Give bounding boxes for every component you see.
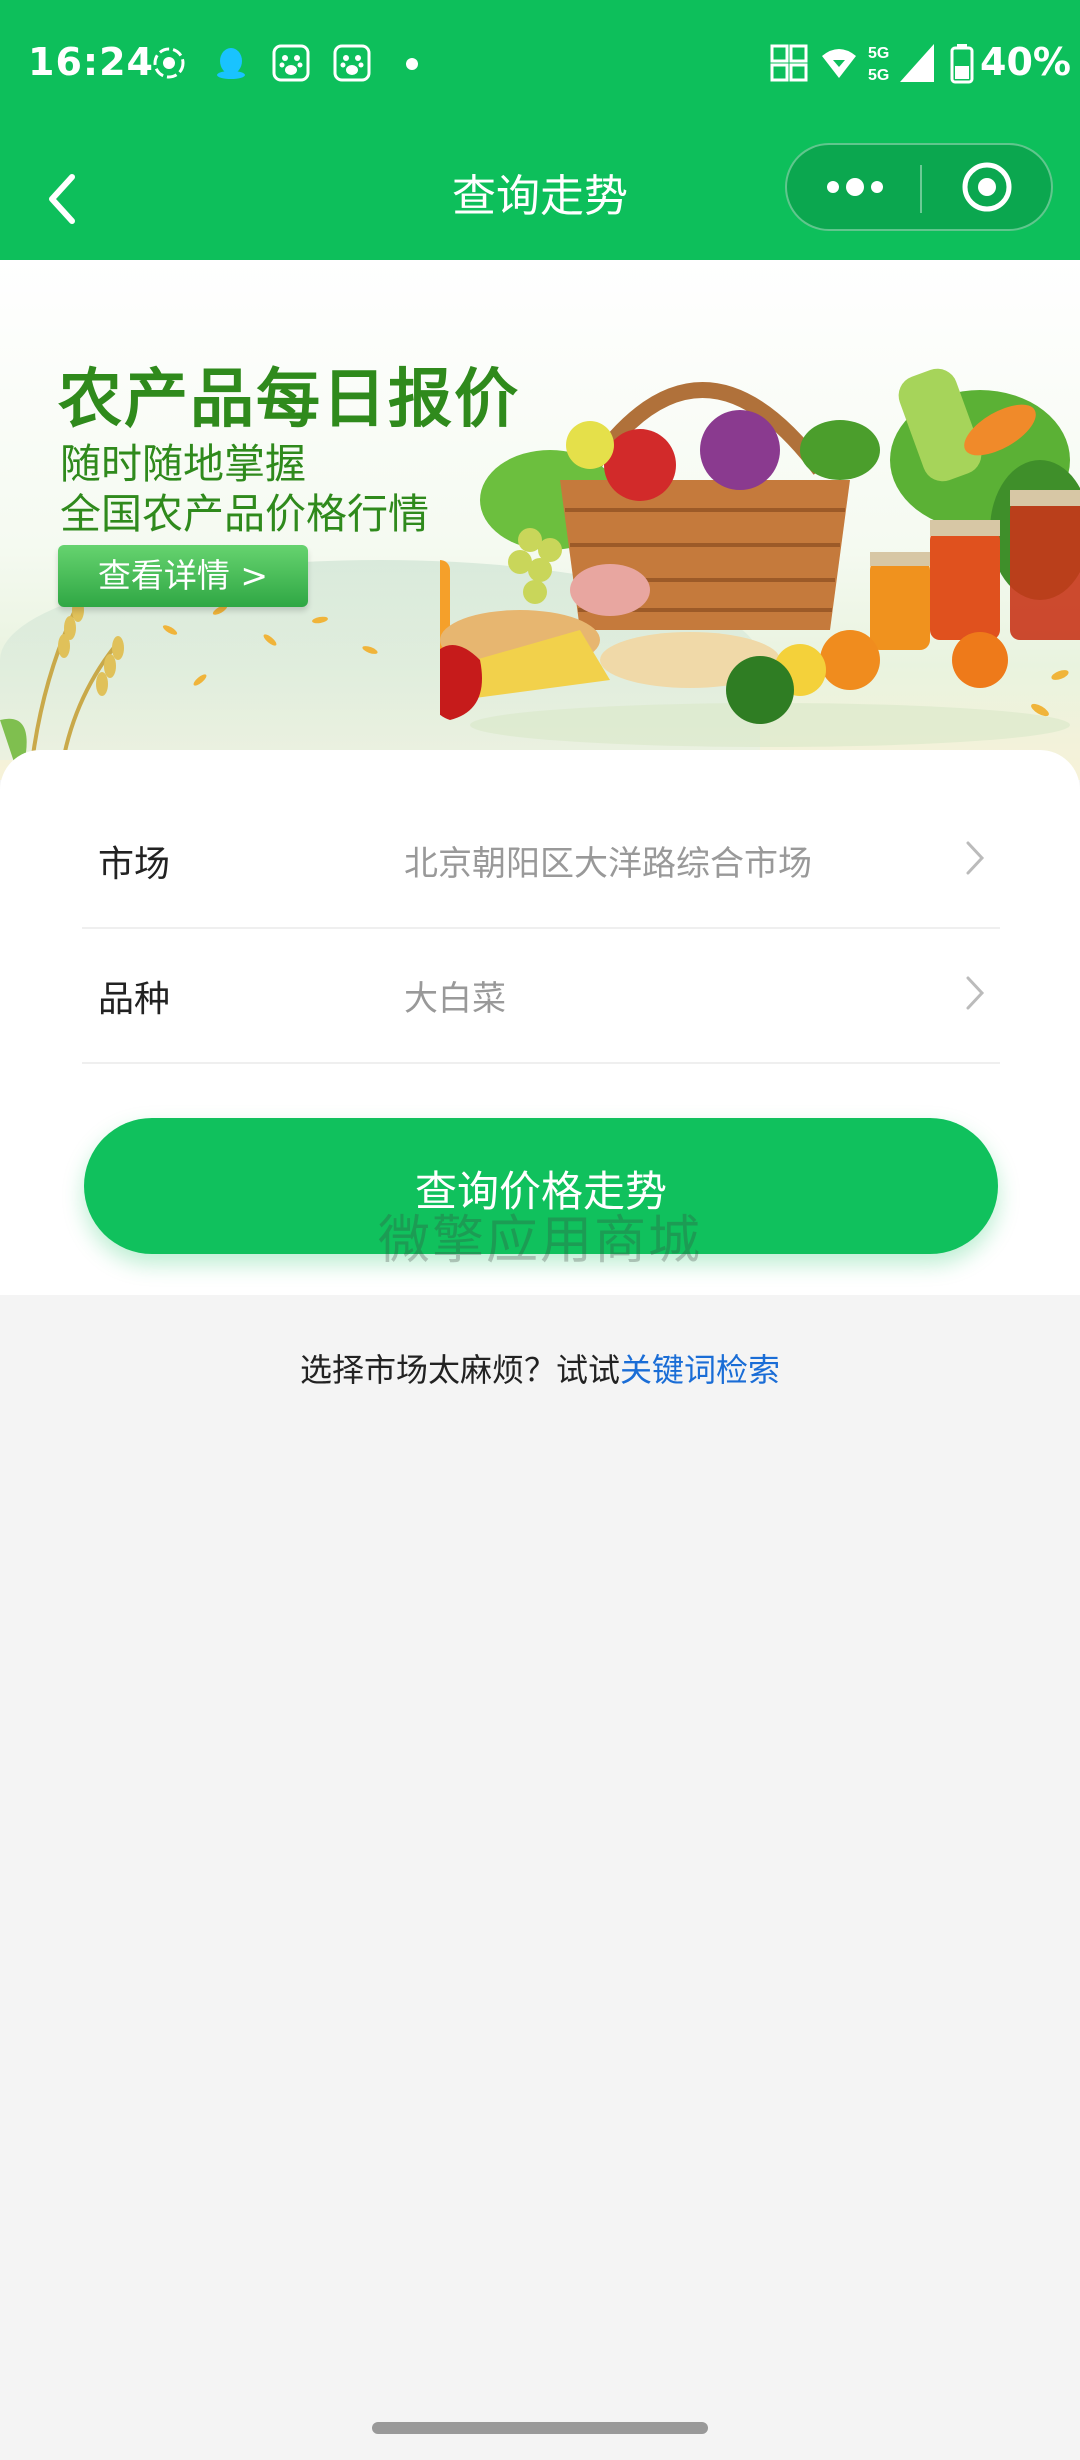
qq-icon [217,48,245,79]
keyword-search-link[interactable]: 关键词检索 [620,1351,780,1389]
battery-level: 40% [980,40,1071,84]
status-time: 16:24 [28,40,154,84]
mini-program-capsule [785,143,1053,231]
target-icon [962,162,1012,212]
baidu-icon [333,44,371,82]
close-button[interactable] [922,145,1052,229]
svg-text:5G: 5G [868,67,889,84]
wifi-icon [822,49,856,78]
variety-label: 品种 [98,979,171,1020]
home-indicator[interactable] [372,2422,708,2434]
hint-text: 选择市场太麻烦？试试 [299,1351,620,1389]
screen-record-icon [153,47,185,79]
view-details-button[interactable]: 查看详情 > [58,545,308,607]
watermark: 微擎应用商城 [377,1211,702,1271]
falling-leaves-decoration [162,605,378,686]
chevron-right-icon [966,976,985,1010]
variety-selector-row[interactable]: 品种 大白菜 [82,928,1000,1064]
keyword-search-hint: 选择市场太麻烦？试试关键词检索 [0,1345,1080,1391]
battery-icon [950,44,974,84]
banner-title: 农产品每日报价 [58,363,520,437]
nav-bar: 查询走势 [0,135,1080,260]
notification-dot [406,58,418,70]
promo-banner[interactable]: 农产品每日报价 随时随地掌握 全国农产品价格行情 查看详情 > [0,260,1080,780]
svg-text:5G: 5G [868,45,889,62]
market-selector-row[interactable]: 市场 北京朝阳区大洋路综合市场 [82,793,1000,929]
status-bar: 16:24 5G 5G 40% [0,0,1080,135]
banner-subtitle: 全国农产品价格行情 [60,490,429,538]
more-dots-icon [827,178,883,196]
market-label: 市场 [98,844,171,885]
variety-value: 大白菜 [404,979,506,1019]
signal-5g-icon: 5G 5G [868,44,934,84]
chevron-right-icon [966,841,985,875]
baidu-icon [272,44,310,82]
more-button[interactable] [787,145,920,229]
market-value: 北京朝阳区大洋路综合市场 [404,844,812,884]
vegetable-basket-illustration [440,368,1080,747]
nfc-icon [770,44,808,82]
